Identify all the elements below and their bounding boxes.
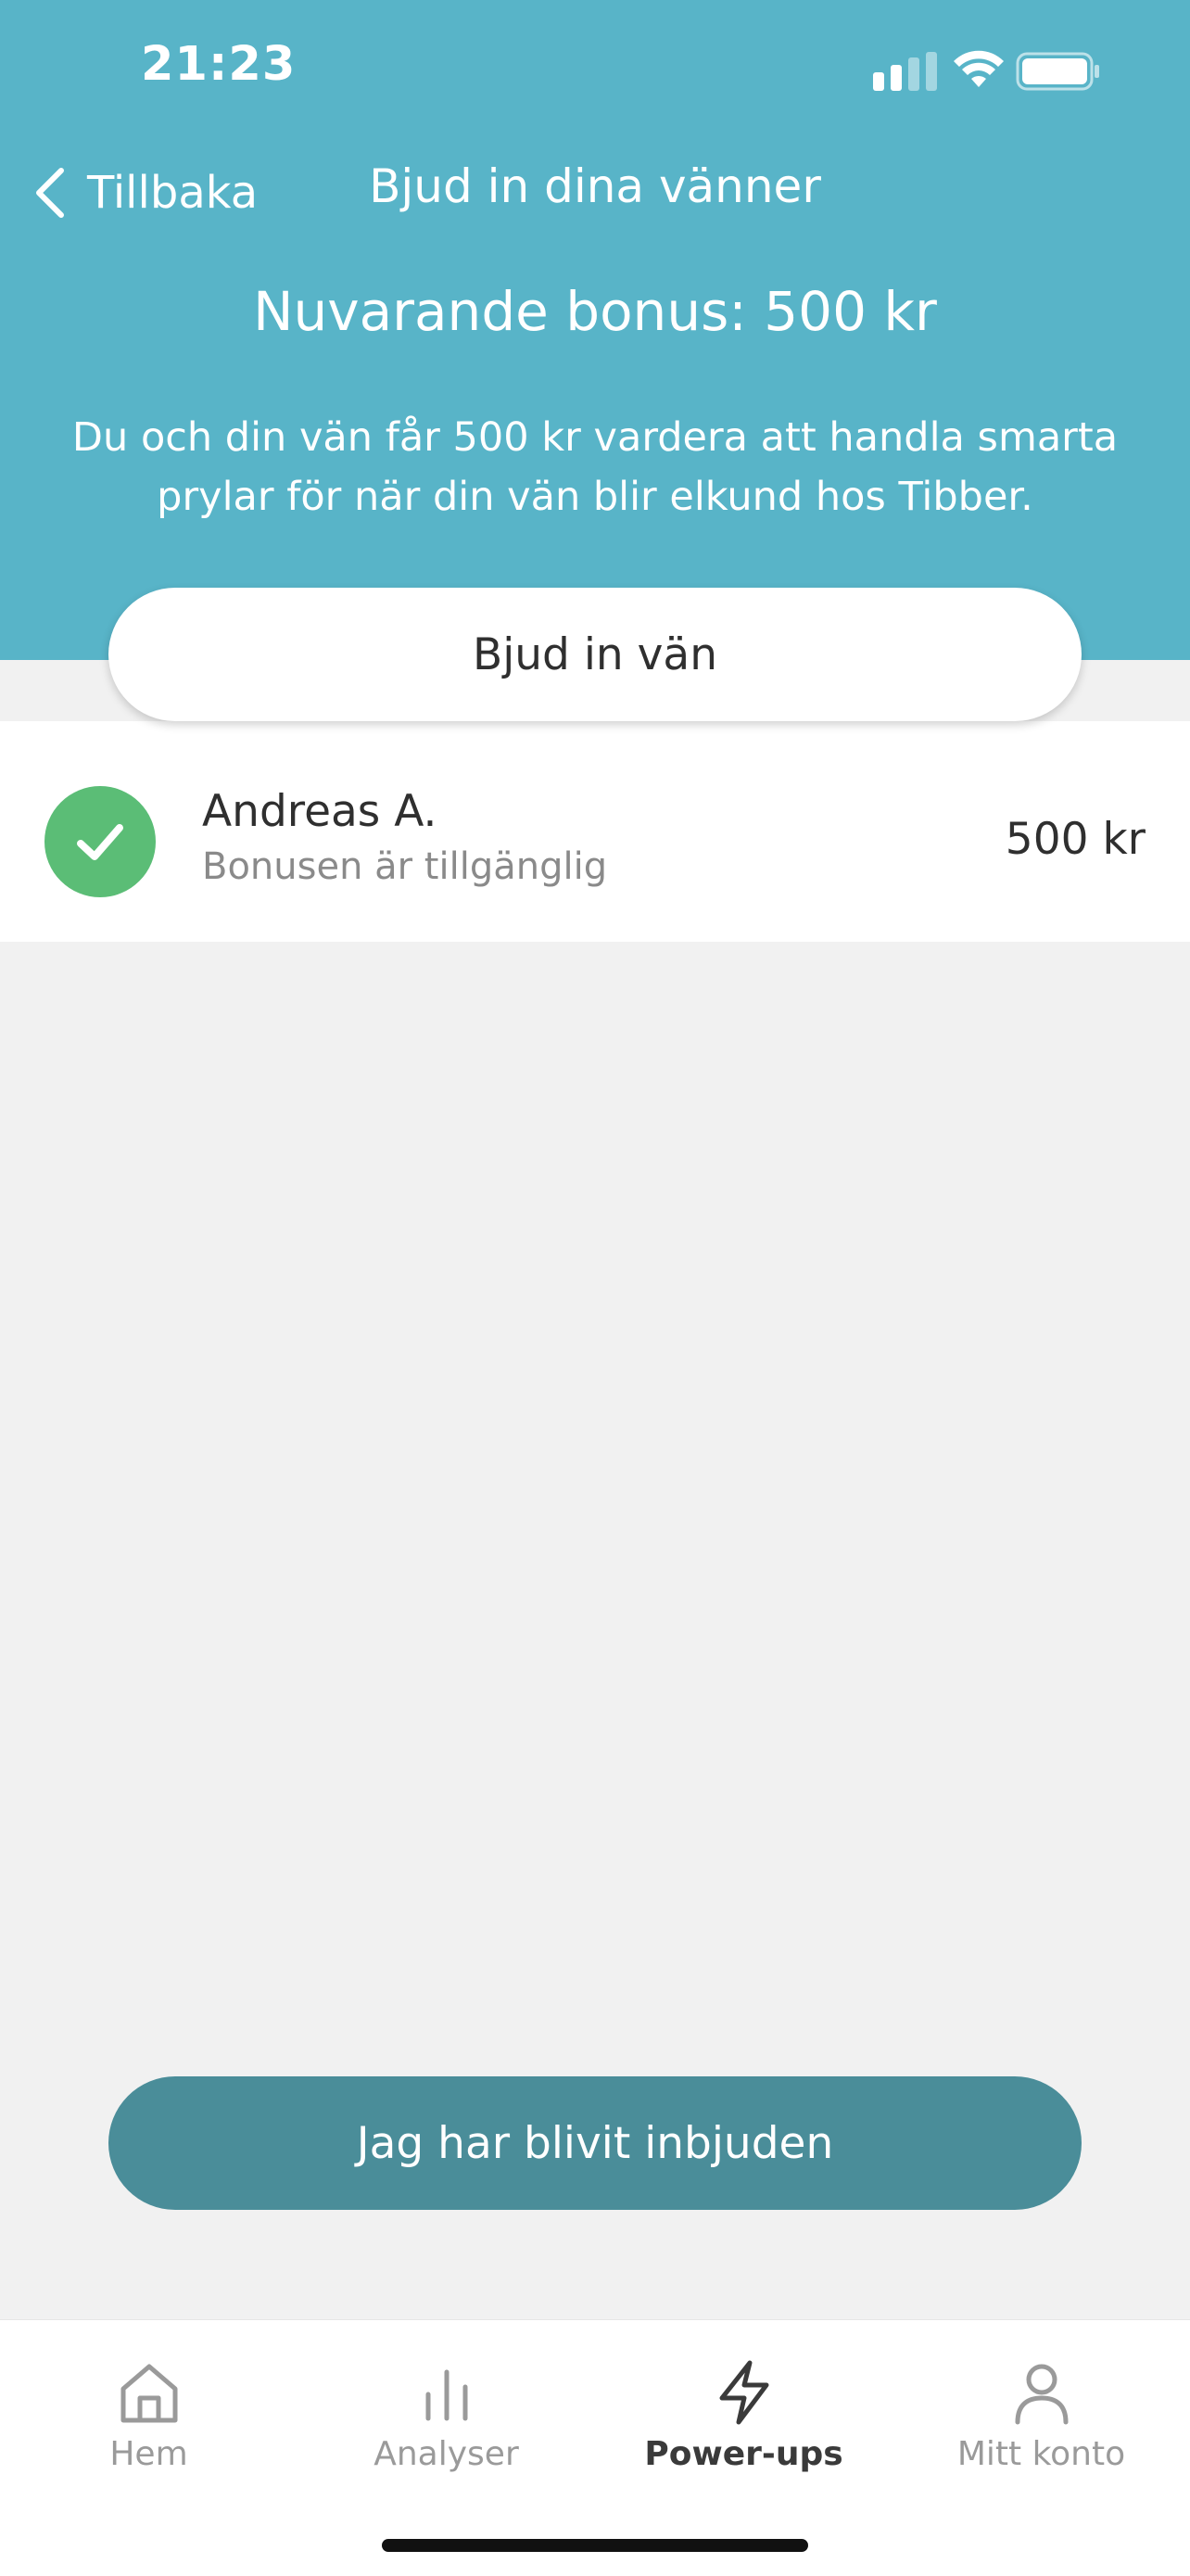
signal-icon [873,52,937,91]
wifi-icon [954,50,1004,87]
tab-bar: Hem Analyser Power-ups Mitt konto [0,2319,1190,2576]
home-indicator [382,2539,808,2552]
tab-account[interactable]: Mitt konto [892,2357,1190,2473]
friend-status: Bonusen är tillgänglig [202,845,608,888]
status-time: 21:23 [141,37,297,92]
bonus-description: Du och din vän får 500 kr vardera att ha… [71,414,1119,520]
tab-analyser[interactable]: Analyser [298,2357,595,2473]
page-title-text: Bjud in dina vänner [369,159,821,213]
tab-label: Mitt konto [956,2435,1126,2473]
invite-friend-button[interactable]: Bjud in vän [108,588,1082,721]
tab-label: Analyser [373,2435,519,2473]
lightning-icon [719,2360,768,2425]
tab-label: Power-ups [644,2435,843,2473]
friend-list-item[interactable]: Andreas A. Bonusen är tillgänglig 500 kr [0,721,1190,942]
tab-home[interactable]: Hem [0,2357,298,2473]
page-title: Bjud in dina vänner [0,159,1190,213]
battery-icon [1016,52,1099,91]
person-icon [1015,2364,1068,2425]
check-icon [44,786,156,897]
header: 21:23 Tillbaka Bjud in dina vänner Nuvar… [0,0,1190,660]
bar-chart-icon [425,2369,467,2421]
bonus-title: Nuvarande bonus: 500 kr [253,280,937,343]
i-have-been-invited-button[interactable]: Jag har blivit inbjuden [108,2076,1082,2210]
tab-power-ups[interactable]: Power-ups [595,2357,892,2473]
friend-name: Andreas A. [202,786,437,837]
friend-amount: 500 kr [1005,814,1146,865]
home-icon [120,2364,177,2423]
tab-label: Hem [109,2435,188,2473]
